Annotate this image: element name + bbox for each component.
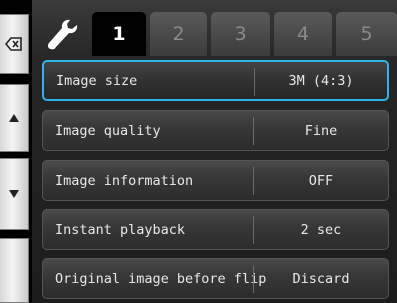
tab-2[interactable]: 2 [150,12,207,56]
setting-row-image-quality[interactable]: Image quality Fine [42,110,389,151]
side-rail [0,0,29,303]
tab-label: 5 [360,23,373,45]
tab-label: 4 [296,23,310,45]
setting-row-image-size[interactable]: Image size 3M (4:3) [42,60,389,101]
scroll-down-button[interactable] [0,158,29,230]
setting-value: 3M (4:3) [288,72,354,89]
setting-row-image-information[interactable]: Image information OFF [42,160,389,201]
tab-label: 2 [172,23,185,45]
tab-3[interactable]: 3 [211,12,270,56]
tab-label: 3 [234,23,247,45]
backspace-icon [5,37,23,51]
setting-value: Fine [304,122,338,139]
tab-5[interactable]: 5 [336,12,397,56]
setting-value: Discard [292,270,350,287]
back-button[interactable] [0,14,29,74]
up-arrow-icon [9,114,19,122]
tab-4[interactable]: 4 [274,12,332,56]
setting-row-instant-playback[interactable]: Instant playback 2 sec [42,209,389,250]
setting-label: Image quality [55,122,161,139]
setting-label: Image size [56,72,138,89]
wrench-icon[interactable] [43,16,81,54]
scroll-up-button[interactable] [0,84,29,152]
setting-row-original-image-before-flip[interactable]: Original image before flip Discard [42,258,389,299]
setting-value: OFF [308,172,334,189]
tab-bar: 1 2 3 4 5 [32,8,397,56]
setting-value: 2 sec [300,221,342,238]
blank-side-button[interactable] [0,238,29,303]
tab-1[interactable]: 1 [92,12,146,56]
down-arrow-icon [9,190,19,198]
tab-label: 1 [112,23,126,45]
setting-label: Image information [55,172,194,189]
setting-label: Original image before flip [55,270,267,287]
setting-label: Instant playback [55,221,186,238]
